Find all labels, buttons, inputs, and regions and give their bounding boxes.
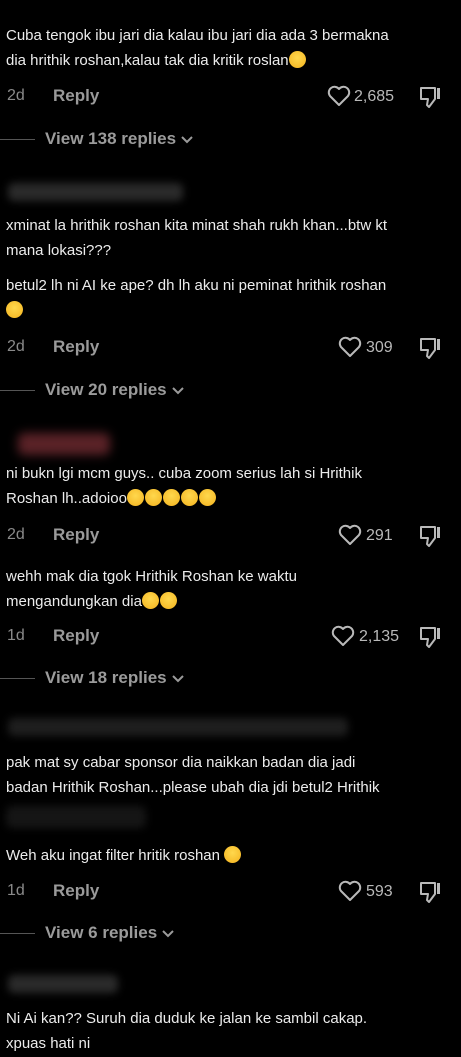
- like-count: 2,685: [354, 88, 395, 105]
- reply-button[interactable]: Reply: [53, 86, 99, 106]
- reply-button[interactable]: Reply: [53, 525, 99, 545]
- blurred-username: [18, 433, 110, 455]
- view-replies-button[interactable]: View 20 replies: [45, 380, 184, 400]
- comment-time: 1d: [7, 882, 25, 899]
- rofl-emoji-icon: [288, 51, 306, 68]
- dislike-icon[interactable]: [417, 880, 443, 904]
- comment-text: betul2 lh ni AI ke ape? dh lh aku ni pem…: [6, 273, 386, 323]
- reply-button[interactable]: Reply: [53, 337, 99, 357]
- comment-text: Ni Ai kan?? Suruh dia duduk ke jalan ke …: [6, 1010, 368, 1052]
- heart-icon[interactable]: [327, 85, 351, 107]
- dislike-icon[interactable]: [417, 336, 443, 360]
- rofl-emoji-icon: [141, 592, 159, 609]
- relieved-emoji-icon: [180, 489, 198, 506]
- heart-icon[interactable]: [338, 524, 362, 546]
- dislike-icon[interactable]: [417, 85, 443, 109]
- divider: [0, 933, 35, 934]
- comment-text: pak mat sy cabar sponsor dia naikkan bad…: [6, 754, 380, 796]
- heart-icon[interactable]: [338, 880, 362, 902]
- comment-time: 2d: [7, 338, 25, 355]
- heart-icon[interactable]: [331, 625, 355, 647]
- view-replies-button[interactable]: View 138 replies: [45, 129, 193, 149]
- reply-button[interactable]: Reply: [53, 626, 99, 646]
- reply-button[interactable]: Reply: [53, 881, 99, 901]
- chevron-down-icon: [181, 129, 193, 149]
- blurred-username: [6, 806, 146, 828]
- like-count: 593: [366, 883, 393, 900]
- blurred-username: [8, 183, 183, 201]
- relieved-emoji-icon: [6, 301, 23, 318]
- like-count: 291: [366, 527, 393, 544]
- relieved-emoji-icon: [198, 489, 216, 506]
- comment-text: Cuba tengok ibu jari dia kalau ibu jari …: [6, 27, 389, 69]
- view-replies-button[interactable]: View 6 replies: [45, 923, 174, 943]
- comment-text: ni bukn lgi mcm guys.. cuba zoom serius …: [6, 465, 362, 507]
- chevron-down-icon: [162, 923, 174, 943]
- relieved-emoji-icon: [144, 489, 162, 506]
- like-count: 309: [366, 339, 393, 356]
- heart-icon[interactable]: [338, 336, 362, 358]
- comment-text: Weh aku ingat filter hritik roshan: [6, 843, 242, 868]
- comment-time: 1d: [7, 627, 25, 644]
- chevron-down-icon: [171, 668, 184, 688]
- blurred-username: [8, 975, 118, 993]
- blurred-username: [8, 718, 348, 736]
- dislike-icon[interactable]: [417, 524, 443, 548]
- chevron-down-icon: [171, 380, 184, 400]
- dislike-icon[interactable]: [417, 625, 443, 649]
- comment-time: 2d: [7, 87, 25, 104]
- divider: [0, 139, 35, 140]
- relieved-emoji-icon: [162, 489, 180, 506]
- rofl-emoji-icon: [159, 592, 177, 609]
- comment-text: wehh mak dia tgok Hrithik Roshan ke wakt…: [6, 568, 297, 610]
- divider: [0, 390, 35, 391]
- relieved-emoji-icon: [126, 489, 144, 506]
- divider: [0, 678, 35, 679]
- view-replies-button[interactable]: View 18 replies: [45, 668, 184, 688]
- crying-emoji-icon: [224, 846, 242, 863]
- like-count: 2,135: [359, 628, 400, 645]
- comment-text: xminat la hrithik roshan kita minat shah…: [6, 217, 388, 259]
- comment-time: 2d: [7, 526, 25, 543]
